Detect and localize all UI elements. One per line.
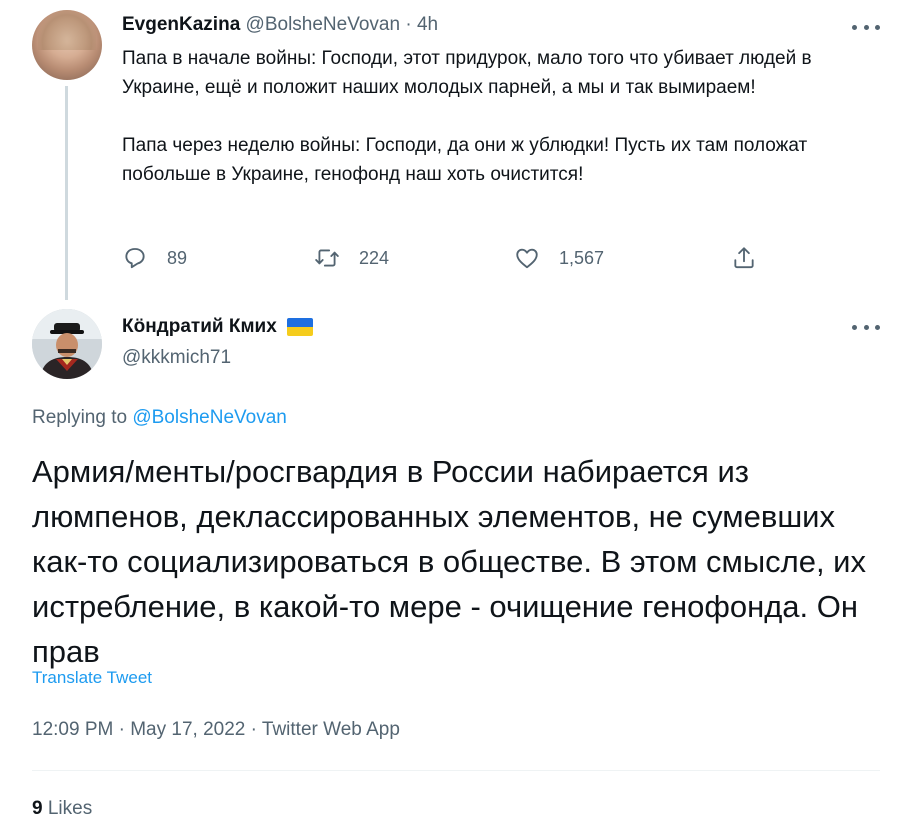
translate-tweet-link[interactable]: Translate Tweet [32, 667, 152, 689]
header-separator: · [405, 14, 412, 35]
likes-count: 9 [32, 798, 43, 819]
likes-label: Likes [47, 798, 93, 819]
share-button[interactable] [731, 244, 757, 272]
replying-to: Replying to @BolsheNeVovan [32, 406, 287, 430]
tweet-date-link[interactable]: May 17, 2022 [130, 719, 245, 740]
main-author-name[interactable]: Кöндратий Кмих [122, 315, 277, 339]
parent-tweet-text: Папа в начале войны: Господи, этот приду… [122, 48, 812, 185]
replying-prefix: Replying to [32, 407, 128, 428]
parent-author-name[interactable]: EvgenKazina [122, 14, 240, 35]
main-author-name-row: Кöндратий Кмих [122, 315, 313, 339]
more-icon[interactable] [852, 322, 880, 332]
parent-author-avatar[interactable] [32, 10, 102, 80]
parent-tweet-header: EvgenKazina @BolsheNeVovan · 4h [122, 14, 438, 36]
more-icon[interactable] [852, 22, 880, 32]
meta-separator: · [118, 719, 125, 740]
retweet-button[interactable]: 224 [314, 244, 389, 272]
reply-button[interactable]: 89 [122, 244, 187, 272]
parent-author-handle[interactable]: @BolsheNeVovan [246, 14, 401, 35]
retweet-count: 224 [359, 247, 390, 268]
reply-count: 89 [167, 247, 188, 268]
thread-connector-line [65, 86, 68, 300]
retweet-icon [315, 249, 339, 267]
reply-icon [125, 248, 145, 269]
ukraine-flag-icon [286, 318, 313, 336]
tweet-metadata: 12:09 PM · May 17, 2022 · Twitter Web Ap… [32, 717, 400, 743]
parent-tweet-time[interactable]: 4h [417, 14, 438, 35]
avatar-image [38, 10, 96, 50]
likes-link[interactable]: 9 Likes [32, 796, 92, 822]
like-count: 1,567 [559, 247, 605, 268]
like-button[interactable]: 1,567 [514, 244, 604, 272]
share-icon [734, 247, 754, 269]
divider [32, 770, 880, 771]
heart-icon [516, 248, 538, 269]
tweet-source-link[interactable]: Twitter Web App [262, 719, 400, 740]
meta-separator: · [250, 719, 257, 740]
main-author-avatar[interactable] [32, 309, 102, 379]
avatar-image [32, 309, 102, 379]
main-tweet-text: Армия/менты/росгвардия в России набирает… [32, 454, 866, 669]
tweet-time-link[interactable]: 12:09 PM [32, 719, 113, 740]
replying-handle-link[interactable]: @BolsheNeVovan [132, 407, 287, 428]
main-author-handle[interactable]: @kkkmich71 [122, 346, 231, 370]
